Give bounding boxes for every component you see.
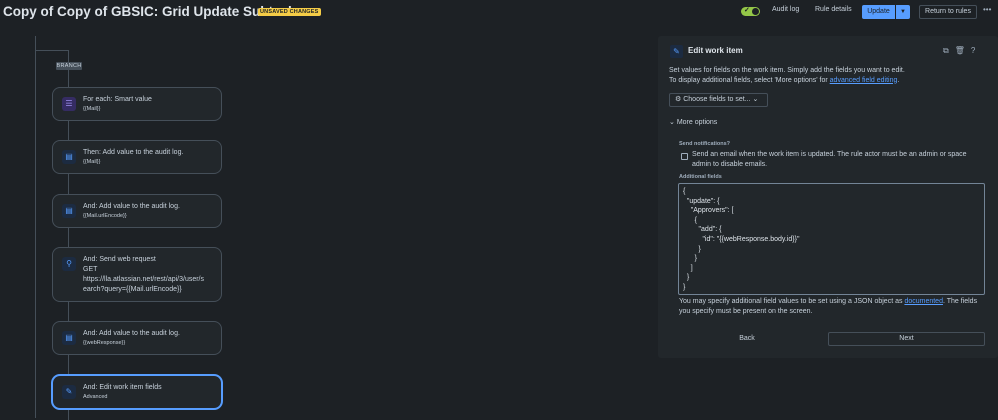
card-title: Then: Add value to the audit log. [83, 149, 184, 156]
chevron-down-icon: ⌄ [752, 96, 759, 103]
send-email-label: Send an email when the work item is upda… [692, 151, 967, 168]
panel-toolbar: ⧉🗑? [943, 46, 981, 56]
send-notifications-label: Send notifications? [679, 141, 731, 147]
chevron-down-icon[interactable]: ▼ [896, 5, 910, 19]
card-method: GET [83, 266, 98, 273]
branch-label: BRANCH [56, 62, 82, 70]
update-button[interactable]: Update [862, 5, 895, 19]
card-subtitle: {{webResponse}} [83, 340, 126, 346]
help-icon[interactable]: ? [971, 46, 981, 55]
additional-fields-label: Additional fields [679, 174, 722, 180]
next-button[interactable]: Next [828, 332, 985, 346]
rule-card-for-each[interactable]: ☰ For each: Smart value {{Mail}} [52, 87, 222, 121]
check-icon: ✓ [744, 7, 750, 14]
card-title: And: Edit work item fields [83, 384, 162, 391]
card-title: And: Add value to the audit log. [83, 330, 180, 337]
return-to-rules-button[interactable]: Return to rules [919, 5, 977, 19]
audit-log-button[interactable]: Audit log [772, 6, 799, 13]
unsaved-changes-badge: UNSAVED CHANGES [258, 8, 321, 16]
card-title: For each: Smart value [83, 96, 152, 103]
panel-description: Set values for fields on the work item. … [669, 67, 905, 84]
more-options-toggle[interactable]: ⌄ More options [669, 118, 717, 126]
rule-card-web-request[interactable]: ⚲ And: Send web request GET https://lla.… [52, 247, 222, 302]
rule-canvas: BRANCH ☰ For each: Smart value {{Mail}} … [0, 26, 650, 420]
back-button[interactable]: Back [669, 332, 825, 346]
card-subtitle: {{Mail.urlEncode}} [83, 213, 127, 219]
web-request-icon: ⚲ [62, 257, 76, 271]
connector-line [35, 50, 68, 51]
edit-icon: ✎ [670, 45, 683, 58]
card-url-cont: earch?query={{Mail.urlEncode}} [83, 286, 182, 293]
header-bar: Copy of Copy of GBSIC: Grid Update Subta… [0, 0, 998, 26]
card-title: And: Send web request [83, 256, 156, 263]
advanced-field-editing-link[interactable]: advanced field editing [830, 77, 898, 84]
rule-details-button[interactable]: Rule details [815, 6, 852, 13]
card-subtitle: {{Mail}} [83, 159, 101, 165]
audit-log-icon: ▤ [62, 150, 76, 164]
card-url: https://lla.atlassian.net/rest/api/3/use… [83, 276, 205, 283]
send-email-checkbox[interactable] [681, 153, 688, 160]
chevron-down-icon: ⌄ [669, 119, 675, 126]
edit-icon: ✎ [62, 385, 76, 399]
delete-icon[interactable]: 🗑 [955, 46, 971, 55]
additional-fields-textarea[interactable]: { "update": { "Approvers": [ { "add": { … [678, 183, 985, 295]
card-title: And: Add value to the audit log. [83, 203, 180, 210]
rule-card-audit-log[interactable]: ▤ Then: Add value to the audit log. {{Ma… [52, 140, 222, 174]
more-actions-icon[interactable]: ••• [983, 5, 991, 14]
choose-fields-dropdown[interactable]: ⚙ Choose fields to set... ⌄ [669, 93, 768, 107]
connector-line [35, 36, 36, 418]
card-subtitle: {{Mail}} [83, 106, 101, 112]
rule-card-audit-log[interactable]: ▤ And: Add value to the audit log. {{web… [52, 321, 222, 355]
toggle-knob [752, 8, 759, 15]
duplicate-icon[interactable]: ⧉ [943, 46, 955, 55]
additional-fields-help: You may specify additional field values … [679, 298, 978, 315]
gear-icon: ⚙ [675, 96, 682, 103]
audit-log-icon: ▤ [62, 331, 76, 345]
rule-card-edit-work-item[interactable]: ✎ And: Edit work item fields Advanced [52, 375, 222, 409]
panel-title: Edit work item [688, 46, 743, 55]
list-icon: ☰ [62, 97, 76, 111]
rule-enabled-toggle[interactable]: ✓ [741, 7, 760, 16]
documented-link[interactable]: documented [904, 298, 943, 305]
edit-work-item-panel: ✎ Edit work item ⧉🗑? Set values for fiel… [658, 36, 998, 358]
audit-log-icon: ▤ [62, 204, 76, 218]
rule-card-audit-log[interactable]: ▤ And: Add value to the audit log. {{Mai… [52, 194, 222, 228]
card-subtitle: Advanced [83, 394, 108, 400]
